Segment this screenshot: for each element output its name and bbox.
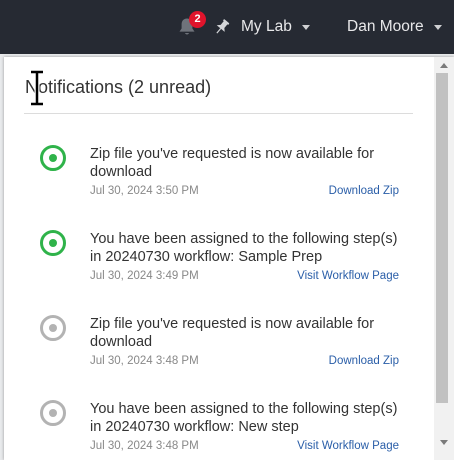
notification-message: Zip file you've requested is now availab… (90, 316, 375, 350)
visit-workflow-page-link[interactable]: Visit Workflow Page (297, 439, 399, 453)
notifications-panel: Notifications (2 unread) Zip file you've… (4, 57, 454, 460)
panel-title: Notifications (2 unread) (25, 77, 212, 97)
notification-item[interactable]: You have been assigned to the following … (4, 230, 434, 300)
vertical-scrollbar[interactable] (434, 57, 454, 460)
notification-time: Jul 30, 2024 3:50 PM (90, 185, 199, 197)
notification-time: Jul 30, 2024 3:48 PM (90, 440, 199, 452)
notification-time: Jul 30, 2024 3:48 PM (90, 355, 199, 367)
divider (24, 113, 413, 114)
read-status-icon (40, 315, 66, 341)
user-name-label: Dan Moore (347, 18, 424, 35)
notification-item[interactable]: You have been assigned to the following … (4, 400, 434, 460)
notification-message: Zip file you've requested is now availab… (90, 146, 375, 180)
scroll-down-arrow-icon[interactable] (440, 440, 448, 445)
unread-status-icon (40, 145, 66, 171)
lab-selector-menu[interactable]: My Lab (241, 16, 310, 38)
notification-message: You have been assigned to the following … (90, 231, 398, 265)
chevron-down-icon (301, 24, 310, 30)
read-status-icon (40, 400, 66, 426)
notification-item[interactable]: Zip file you've requested is now availab… (4, 145, 434, 215)
unread-status-icon (40, 230, 66, 256)
notification-time: Jul 30, 2024 3:49 PM (90, 270, 199, 282)
scrollbar-thumb[interactable] (436, 73, 448, 403)
notification-message: You have been assigned to the following … (90, 401, 398, 435)
top-navigation-bar: 2 My Lab Dan Moore (0, 0, 454, 54)
visit-workflow-page-link[interactable]: Visit Workflow Page (297, 269, 399, 283)
notification-count-badge: 2 (189, 11, 206, 28)
notification-item[interactable]: Zip file you've requested is now availab… (4, 315, 434, 385)
pin-icon (216, 19, 230, 34)
lab-selector-label: My Lab (241, 18, 292, 35)
user-menu[interactable]: Dan Moore (347, 16, 442, 38)
download-zip-link[interactable]: Download Zip (329, 354, 399, 368)
chevron-down-icon (433, 24, 442, 30)
download-zip-link[interactable]: Download Zip (329, 184, 399, 198)
scroll-up-arrow-icon[interactable] (440, 63, 448, 68)
text-cursor-icon (31, 70, 43, 106)
